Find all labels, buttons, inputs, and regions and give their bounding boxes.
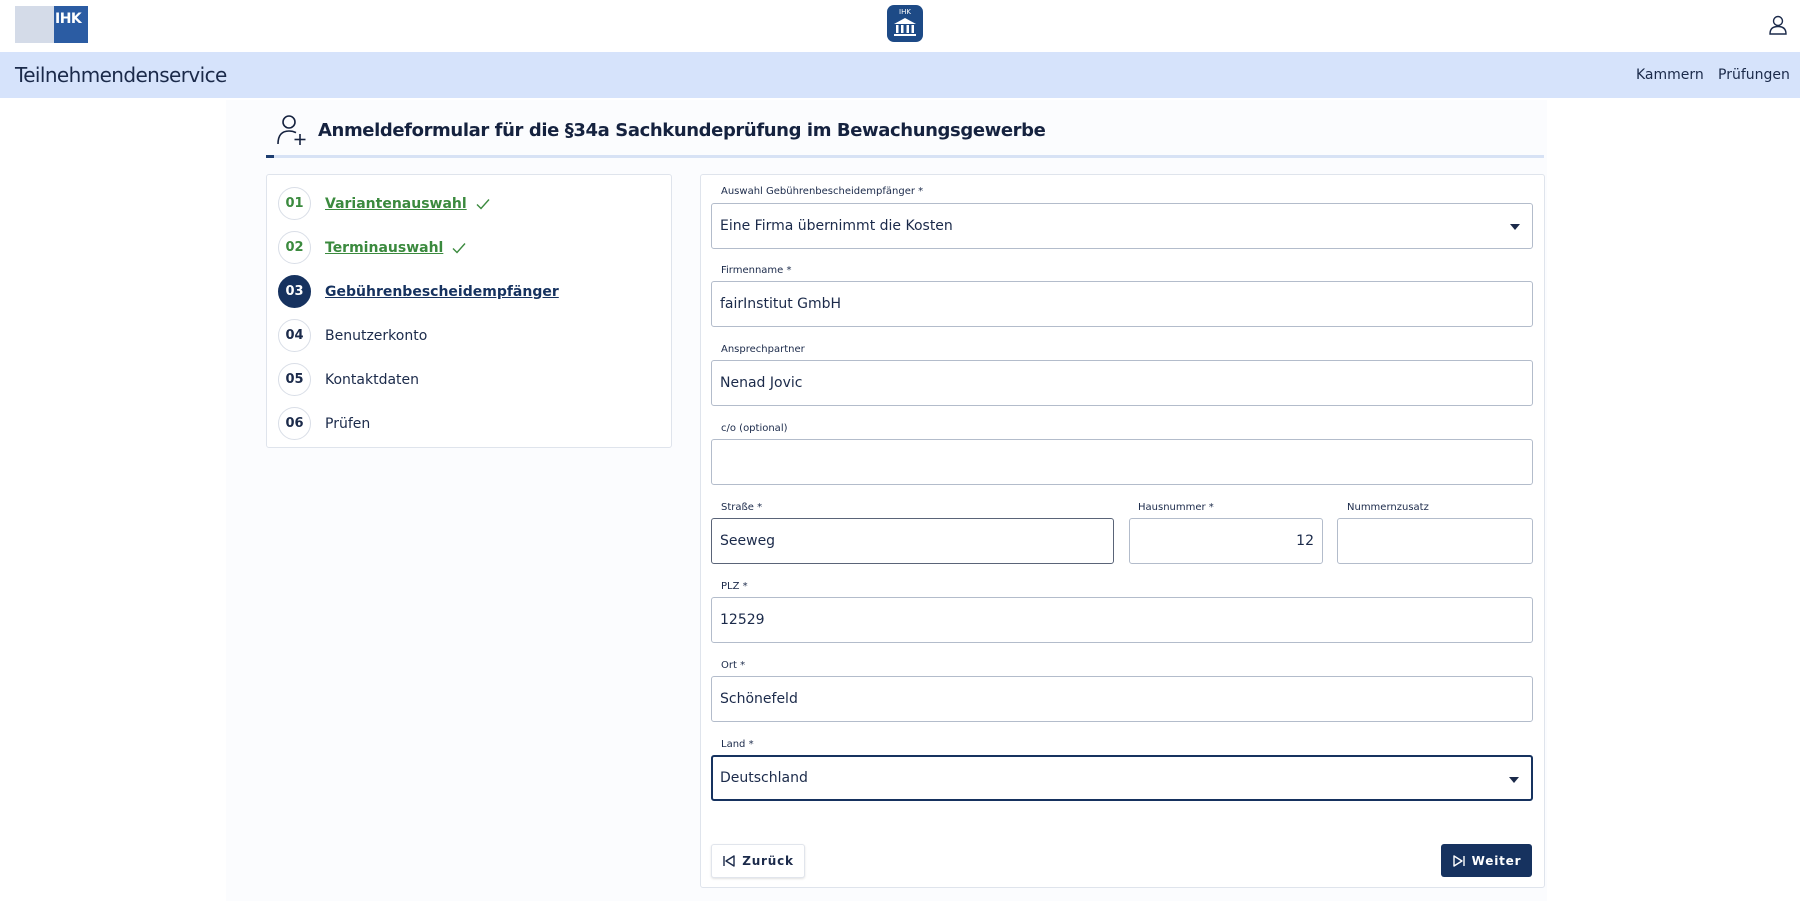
country-select[interactable]: Deutschland bbox=[711, 755, 1533, 801]
city-input[interactable]: Schönefeld bbox=[711, 676, 1533, 722]
nav-link-pruefungen[interactable]: Prüfungen bbox=[1718, 67, 1790, 83]
skip-back-icon bbox=[723, 855, 735, 867]
heading-divider-accent bbox=[266, 155, 274, 158]
user-account-icon[interactable] bbox=[1768, 15, 1788, 35]
street-input[interactable]: Seeweg bbox=[711, 518, 1114, 564]
contact-person-input[interactable]: Nenad Jovic bbox=[711, 360, 1533, 406]
country-value: Deutschland bbox=[720, 770, 808, 786]
back-button[interactable]: Zurück bbox=[711, 844, 805, 878]
badge-text: IHK bbox=[899, 8, 911, 16]
step-number: 04 bbox=[278, 319, 311, 352]
country-label: Land * bbox=[721, 739, 754, 750]
city-label: Ort * bbox=[721, 660, 746, 671]
contact-label: Ansprechpartner bbox=[721, 344, 805, 355]
form-title: Anmeldeformular für die §34a Sachkundepr… bbox=[318, 120, 1046, 141]
step-label: Prüfen bbox=[325, 415, 371, 432]
nav-band: Teilnehmendenservice Kammern Prüfungen bbox=[0, 52, 1800, 98]
check-icon bbox=[476, 198, 490, 210]
step-label[interactable]: Gebührenbescheidempfänger bbox=[325, 284, 559, 300]
nav-link-kammern[interactable]: Kammern bbox=[1636, 67, 1704, 83]
ihk-logo[interactable]: IHK bbox=[15, 6, 88, 43]
zip-label: PLZ * bbox=[721, 581, 748, 592]
heading-divider bbox=[266, 155, 1544, 158]
step-label: Kontaktdaten bbox=[325, 371, 420, 388]
step-4: 04 Benutzerkonto bbox=[278, 319, 427, 352]
step-number: 06 bbox=[278, 407, 311, 440]
suffix-label: Nummernzusatz bbox=[1347, 502, 1429, 513]
next-button[interactable]: Weiter bbox=[1441, 844, 1532, 877]
building-icon bbox=[894, 18, 916, 36]
step-navigation: 01 Variantenauswahl 02 Terminauswahl 03 … bbox=[266, 174, 672, 448]
step-number: 01 bbox=[278, 187, 311, 220]
company-label: Firmenname * bbox=[721, 265, 792, 276]
chevron-down-icon bbox=[1510, 224, 1520, 230]
number-suffix-input[interactable] bbox=[1337, 518, 1533, 564]
street-label: Straße * bbox=[721, 502, 763, 513]
back-button-label: Zurück bbox=[742, 854, 794, 868]
skip-forward-icon bbox=[1452, 854, 1465, 867]
step-5: 05 Kontaktdaten bbox=[278, 363, 419, 396]
chevron-down-icon bbox=[1509, 777, 1519, 783]
logo-gray-block bbox=[15, 6, 54, 43]
co-input[interactable] bbox=[711, 439, 1533, 485]
logo-text: IHK bbox=[54, 6, 88, 43]
step-number: 03 bbox=[278, 275, 311, 308]
step-2[interactable]: 02 Terminauswahl bbox=[278, 231, 467, 264]
top-bar: IHK IHK bbox=[0, 0, 1800, 51]
step-number: 02 bbox=[278, 231, 311, 264]
step-1[interactable]: 01 Variantenauswahl bbox=[278, 187, 491, 220]
zip-input[interactable]: 12529 bbox=[711, 597, 1533, 643]
check-icon bbox=[452, 242, 466, 254]
next-button-label: Weiter bbox=[1471, 853, 1522, 868]
co-label: c/o (optional) bbox=[721, 423, 788, 434]
add-user-icon bbox=[276, 114, 308, 146]
recipient-label: Auswahl Gebührenbescheidempfänger * bbox=[721, 186, 924, 197]
step-3[interactable]: 03 Gebührenbescheidempfänger bbox=[278, 275, 559, 308]
step-label: Benutzerkonto bbox=[325, 327, 428, 344]
recipient-select[interactable]: Eine Firma übernimmt die Kosten bbox=[711, 203, 1533, 249]
house-number-input[interactable]: 12 bbox=[1129, 518, 1323, 564]
company-name-input[interactable]: fairInstitut GmbH bbox=[711, 281, 1533, 327]
step-6: 06 Prüfen bbox=[278, 407, 370, 440]
brand-title: Teilnehmendenservice bbox=[15, 63, 227, 87]
ihk-badge-icon[interactable]: IHK bbox=[887, 5, 923, 42]
recipient-value: Eine Firma übernimmt die Kosten bbox=[720, 218, 953, 234]
step-label[interactable]: Variantenauswahl bbox=[325, 196, 467, 212]
houseno-label: Hausnummer * bbox=[1138, 502, 1214, 513]
step-label[interactable]: Terminauswahl bbox=[325, 240, 443, 256]
step-number: 05 bbox=[278, 363, 311, 396]
